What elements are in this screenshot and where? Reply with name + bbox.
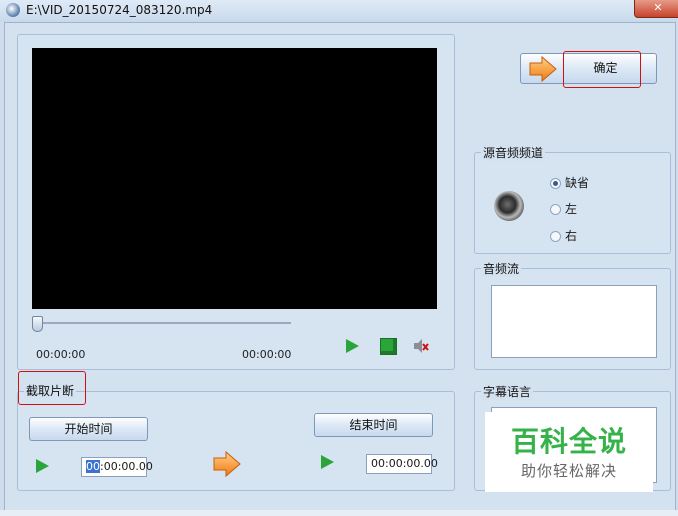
channel-option-left[interactable]: 左 (550, 200, 577, 217)
title-bar: E:\VID_20150724_083120.mp4 ✕ (0, 0, 678, 22)
channel-default-label: 缺省 (565, 176, 590, 190)
channel-option-right[interactable]: 右 (550, 227, 577, 244)
play-icon[interactable] (346, 339, 359, 353)
radio-default[interactable] (550, 178, 561, 189)
start-time-rest: :00:00.00 (100, 460, 153, 473)
mute-icon[interactable] (412, 337, 430, 355)
current-time: 00:00:00 (36, 348, 86, 361)
channel-left-label: 左 (565, 202, 578, 216)
play-end-icon[interactable] (321, 455, 334, 469)
stop-icon[interactable] (380, 338, 397, 355)
close-icon: ✕ (653, 1, 663, 14)
watermark-title: 百科全说 (510, 425, 627, 458)
confirm-highlight (563, 51, 641, 88)
radio-right[interactable] (550, 231, 561, 242)
end-time-button[interactable]: 结束时间 (314, 413, 433, 437)
start-time-selection: 00 (86, 460, 100, 473)
audio-channel-legend: 源音频频道 (481, 144, 546, 161)
channel-right-label: 右 (565, 229, 578, 243)
start-time-field[interactable]: 00:00:00.00 (81, 457, 153, 477)
video-preview (32, 48, 437, 309)
watermark: 百科全说 助你轻松解决 (485, 412, 653, 492)
seek-thumb[interactable] (32, 316, 43, 332)
speaker-icon (494, 191, 524, 221)
bottom-edge (0, 510, 678, 516)
audio-stream-legend: 音频流 (481, 260, 522, 277)
app-icon[interactable] (6, 3, 20, 17)
close-button[interactable]: ✕ (634, 0, 678, 18)
seek-track[interactable] (37, 322, 291, 324)
confirm-arrow-icon (529, 55, 557, 83)
arrow-right-icon (213, 450, 241, 478)
window-title: E:\VID_20150724_083120.mp4 (26, 3, 213, 17)
audio-stream-list[interactable] (491, 285, 657, 358)
radio-left[interactable] (550, 204, 561, 215)
channel-option-default[interactable]: 缺省 (550, 174, 589, 191)
clip-legend-highlight (18, 371, 86, 405)
end-time-field[interactable]: 00:00:00.00 (366, 454, 438, 474)
play-start-icon[interactable] (36, 459, 49, 473)
duration-time: 00:00:00 (242, 348, 292, 361)
start-time-button[interactable]: 开始时间 (29, 417, 148, 441)
subtitle-legend: 字幕语言 (481, 383, 534, 400)
watermark-subtitle: 助你轻松解决 (520, 462, 617, 480)
